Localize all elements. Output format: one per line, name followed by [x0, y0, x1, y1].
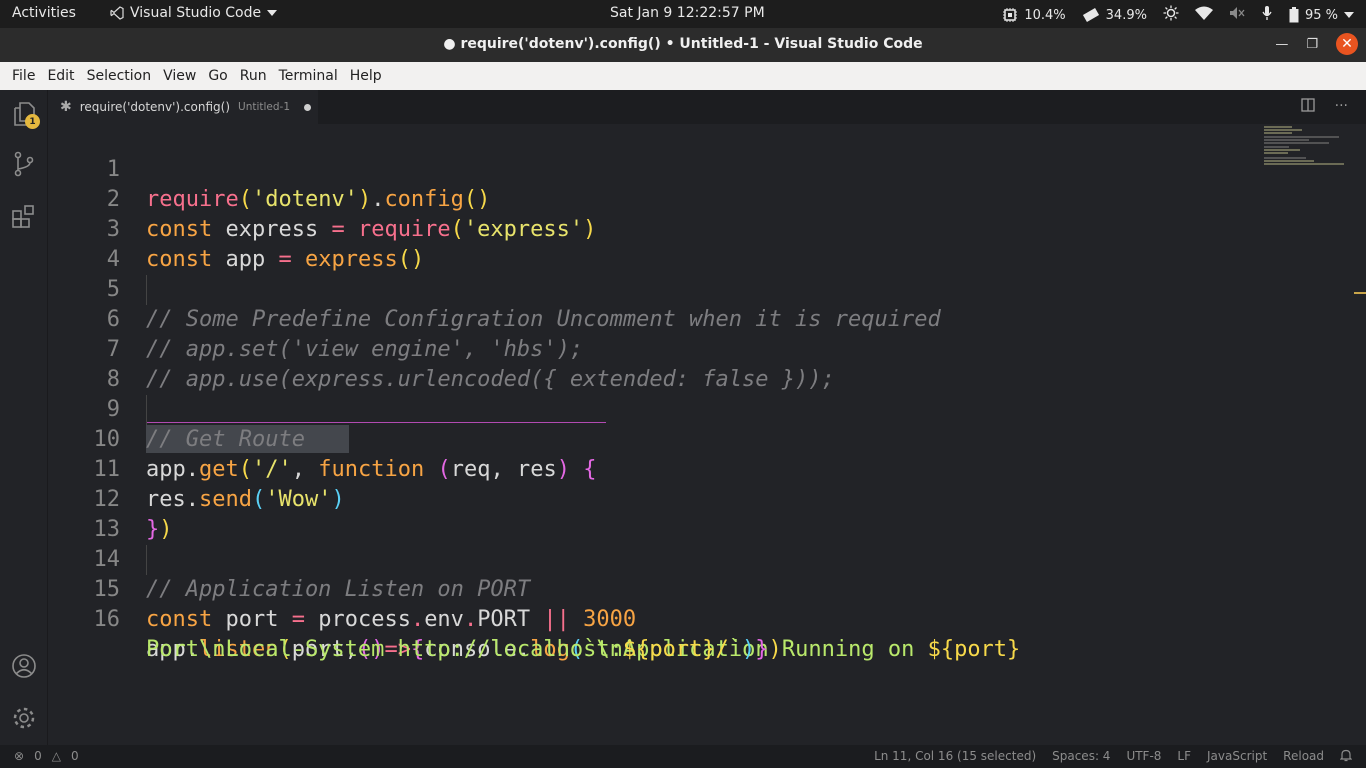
- extensions-icon[interactable]: [10, 202, 38, 230]
- code-line[interactable]: 3 const app = express(): [48, 185, 1348, 272]
- code-token: ${port}/: [622, 637, 729, 662]
- window-controls: — ❐ ✕: [1275, 33, 1358, 55]
- error-count: 0: [34, 749, 42, 763]
- code-line[interactable]: 1 require('dotenv').config(): [48, 125, 1348, 212]
- battery-value: 95 %: [1304, 7, 1338, 23]
- app-menu-label: Visual Studio Code: [130, 5, 262, 21]
- battery-icon: [1289, 7, 1299, 23]
- close-icon[interactable]: ✕: [1336, 33, 1358, 55]
- code-line[interactable]: 5 // Some Predefine Configration Uncomme…: [48, 245, 1348, 332]
- code-line[interactable]: 7 // app.use(express.urlencoded({ extend…: [48, 305, 1348, 392]
- tab-untitled-1[interactable]: ✱ require('dotenv').config() Untitled-1: [48, 90, 318, 124]
- indentation[interactable]: Spaces: 4: [1052, 749, 1110, 765]
- editor-actions: ···: [1300, 98, 1348, 116]
- explorer-badge: 1: [25, 114, 40, 129]
- wifi-icon[interactable]: [1194, 6, 1213, 24]
- code-line[interactable]: 15 const port = process.env.PORT || 3000: [48, 545, 1348, 632]
- minimap[interactable]: [1264, 126, 1354, 166]
- cursor-position[interactable]: Ln 11, Col 16 (15 selected): [874, 749, 1036, 765]
- tab-path: Untitled-1: [238, 101, 291, 113]
- menu-file[interactable]: File: [6, 68, 41, 84]
- more-actions-icon[interactable]: ···: [1335, 98, 1348, 116]
- menu-help[interactable]: Help: [344, 68, 388, 84]
- code-line[interactable]: 9 // Get Route: [48, 365, 1348, 452]
- microphone-icon[interactable]: [1261, 5, 1273, 25]
- maximize-icon[interactable]: ❐: [1306, 37, 1318, 52]
- scrollbar-marker[interactable]: [1354, 292, 1366, 294]
- bell-icon[interactable]: [1339, 749, 1353, 765]
- menu-edit[interactable]: Edit: [41, 68, 80, 84]
- window-title: ● require('dotenv').config() • Untitled-…: [443, 36, 923, 52]
- code-line[interactable]: 10 app.get('/', function (req, res) {: [48, 395, 1348, 482]
- code-line[interactable]: 13: [48, 485, 1348, 575]
- code-line[interactable]: 12 }): [48, 455, 1348, 542]
- language-mode[interactable]: JavaScript: [1207, 749, 1267, 765]
- encoding[interactable]: UTF-8: [1126, 749, 1161, 765]
- brightness-icon[interactable]: [1163, 5, 1179, 25]
- window-title-bar: ● require('dotenv').config() • Untitled-…: [0, 28, 1366, 62]
- menu-bar: File Edit Selection View Go Run Terminal…: [0, 62, 1366, 90]
- warning-icon: △: [51, 749, 61, 763]
- code-token: Port\nLocal-System http://localhost:: [146, 637, 623, 662]
- activity-bar: 1: [0, 90, 48, 745]
- code-token: ${port}: [927, 637, 1021, 662]
- memory-icon: [1082, 8, 1099, 22]
- vscode-icon: [110, 6, 124, 20]
- split-editor-icon[interactable]: [1300, 98, 1315, 116]
- status-problems[interactable]: ⊗ 0 △ 0: [14, 749, 79, 763]
- clock[interactable]: Sat Jan 9 12:22:57 PM: [610, 5, 765, 21]
- code-line[interactable]: 16 app.listen(port,()=>{console.log(`\nA…: [48, 575, 1348, 662]
- volume-muted-icon[interactable]: [1229, 6, 1245, 24]
- app-menu[interactable]: Visual Studio Code: [110, 5, 278, 21]
- error-icon: ⊗: [14, 749, 25, 763]
- chevron-down-icon: [267, 10, 278, 16]
- warning-count: 0: [70, 749, 79, 763]
- unsaved-dot-icon[interactable]: [304, 103, 312, 111]
- menu-run[interactable]: Run: [234, 68, 273, 84]
- status-bar: ⊗ 0 △ 0 Ln 11, Col 16 (15 selected) Spac…: [0, 745, 1366, 768]
- code-editor[interactable]: 1 require('dotenv').config() 2 const exp…: [48, 124, 1366, 745]
- asterisk-icon: ✱: [60, 99, 72, 115]
- cpu-value: 10.4%: [1024, 7, 1066, 23]
- battery-indicator[interactable]: 95 %: [1289, 7, 1354, 23]
- activities-button[interactable]: Activities: [12, 5, 76, 21]
- code-line[interactable]: 2 const express = require('express'): [48, 155, 1348, 242]
- editor-tab-bar: ✱ require('dotenv').config() Untitled-1 …: [48, 90, 1366, 124]
- code-line[interactable]: 6 // app.set('view engine', 'hbs');: [48, 275, 1348, 362]
- cpu-indicator[interactable]: 10.4%: [1002, 7, 1066, 23]
- chevron-down-icon: [1344, 12, 1354, 18]
- account-icon[interactable]: [10, 652, 38, 680]
- status-right: Ln 11, Col 16 (15 selected) Spaces: 4 UT…: [874, 749, 1353, 765]
- menu-view[interactable]: View: [157, 68, 202, 84]
- code-line[interactable]: 8: [48, 335, 1348, 425]
- tab-label: require('dotenv').config(): [79, 100, 231, 114]
- memory-value: 34.9%: [1105, 7, 1147, 23]
- end-of-line[interactable]: LF: [1177, 749, 1191, 765]
- source-control-icon[interactable]: [10, 150, 38, 178]
- reload-button[interactable]: Reload: [1283, 749, 1324, 765]
- cpu-icon: [1003, 8, 1018, 22]
- code-line[interactable]: 4: [48, 215, 1348, 305]
- system-tray: 10.4% 34.9% 95 %: [1002, 5, 1354, 25]
- code-line[interactable]: 11 res.send('Wow'): [48, 425, 1348, 512]
- menu-go[interactable]: Go: [202, 68, 233, 84]
- memory-indicator[interactable]: 34.9%: [1082, 7, 1147, 23]
- menu-terminal[interactable]: Terminal: [273, 68, 344, 84]
- system-top-bar: Activities Visual Studio Code Sat Jan 9 …: [0, 0, 1366, 28]
- minimize-icon[interactable]: —: [1275, 37, 1288, 52]
- code-line-wrap[interactable]: Port\nLocal-System http://localhost:${po…: [48, 605, 1348, 662]
- menu-selection[interactable]: Selection: [81, 68, 158, 84]
- gear-icon[interactable]: [10, 704, 38, 732]
- code-line[interactable]: 14 // Application Listen on PORT: [48, 515, 1348, 602]
